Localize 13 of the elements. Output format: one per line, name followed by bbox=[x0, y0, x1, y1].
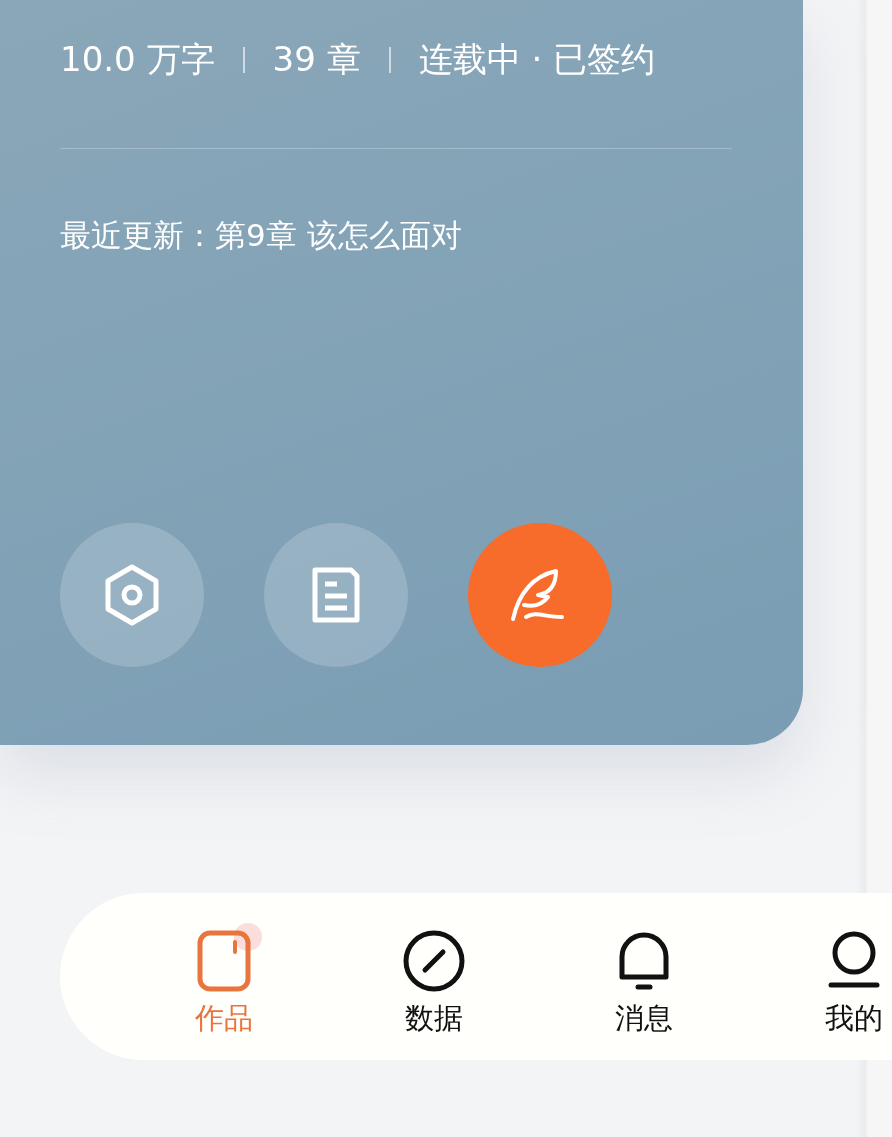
nav-tab[interactable]: 数据 bbox=[329, 893, 539, 1060]
latest-update: 最近更新：第9章 该怎么面对 bbox=[60, 216, 463, 255]
gauge-icon bbox=[403, 930, 465, 992]
settings-icon bbox=[103, 564, 161, 626]
nav-tab[interactable]: 我的 bbox=[749, 893, 892, 1060]
book-icon bbox=[197, 930, 251, 992]
person-icon bbox=[828, 931, 880, 991]
work-stat: 10.0 万字 bbox=[60, 38, 215, 81]
document-icon bbox=[311, 566, 361, 624]
work-stat: 39 章 bbox=[272, 38, 361, 81]
nav-tab[interactable]: 消息 bbox=[539, 893, 749, 1060]
work-stat: 连载中 · 已签约 bbox=[418, 38, 656, 81]
bell-icon bbox=[618, 931, 670, 991]
